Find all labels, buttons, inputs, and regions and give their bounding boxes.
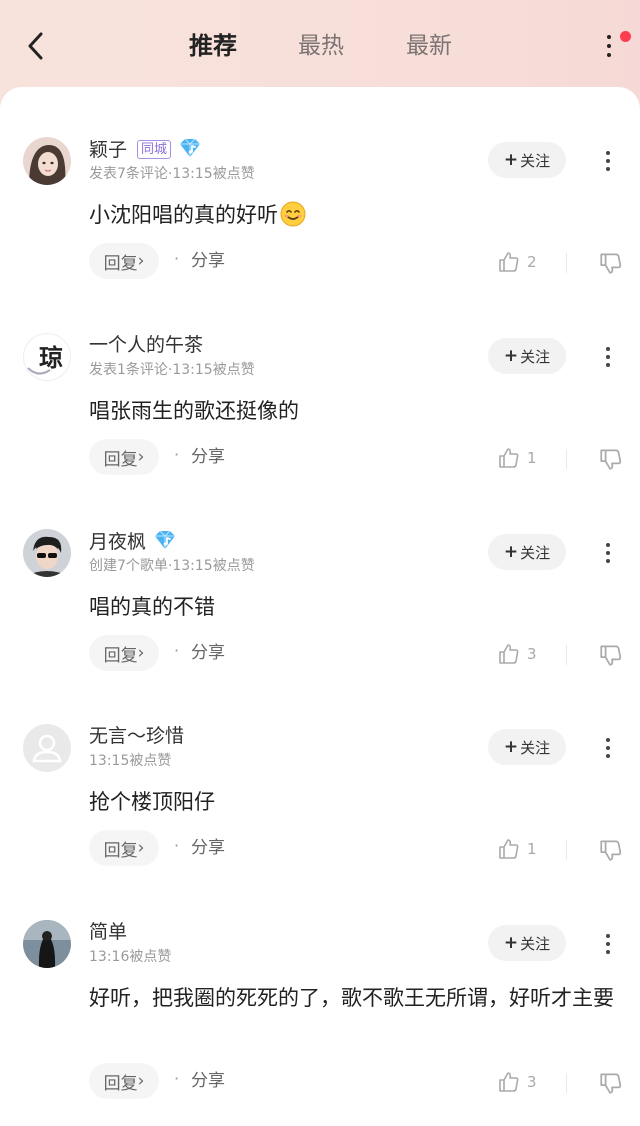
share-button[interactable]: 分享: [191, 250, 225, 272]
avatar-text: 琼: [39, 343, 63, 372]
like-button[interactable]: 1: [497, 445, 537, 471]
chevron-right-icon: ›: [137, 643, 145, 663]
username[interactable]: 无言～珍惜: [89, 724, 184, 748]
avatar[interactable]: [23, 920, 71, 968]
reply-button[interactable]: 回复 ›: [89, 439, 159, 475]
thumbs-up-icon: [499, 448, 519, 468]
share-button[interactable]: 分享: [191, 642, 225, 664]
reply-button[interactable]: 回复 ›: [89, 243, 159, 279]
comment-meta: 13:16被点赞: [89, 949, 172, 965]
comment-text[interactable]: 唱的真的不错: [89, 589, 614, 626]
diamond-vip-icon: [155, 530, 176, 549]
tab-hottest[interactable]: 最热: [298, 26, 344, 66]
tab-newest[interactable]: 最新: [406, 26, 452, 66]
diamond-vip-icon: [180, 138, 201, 157]
comment-meta: 发表7条评论·13:15被点赞: [89, 166, 255, 182]
thumbs-up-icon: [499, 1072, 519, 1092]
tab-bar: 推荐 最热 最新: [0, 26, 640, 66]
like-button[interactable]: 3: [497, 641, 537, 667]
divider: [566, 253, 567, 273]
thumbs-down-icon[interactable]: [598, 837, 624, 863]
chevron-right-icon: ›: [137, 251, 145, 271]
comment-text[interactable]: 唱张雨生的歌还挺像的: [89, 393, 614, 430]
username[interactable]: 简单: [89, 920, 127, 944]
reply-button[interactable]: 回复 ›: [89, 1063, 159, 1099]
chevron-right-icon: ›: [137, 838, 145, 858]
username[interactable]: 一个人的午茶: [89, 333, 203, 357]
follow-button[interactable]: + 关注: [488, 142, 566, 178]
separator-dot: ·: [174, 1069, 180, 1088]
thumbs-up-icon: [499, 839, 519, 859]
follow-button[interactable]: + 关注: [488, 534, 566, 570]
share-button[interactable]: 分享: [191, 837, 225, 859]
same-city-badge: 同城: [137, 140, 172, 159]
separator-dot: ·: [174, 836, 180, 855]
more-options-icon[interactable]: [598, 539, 618, 567]
follow-button[interactable]: + 关注: [488, 338, 566, 374]
top-bar: 推荐 最热 最新: [0, 0, 640, 95]
avatar[interactable]: [23, 724, 71, 772]
comment-text[interactable]: 小沈阳唱的真的好听: [89, 197, 614, 234]
share-button[interactable]: 分享: [191, 1070, 225, 1092]
reply-button[interactable]: 回复 ›: [89, 635, 159, 671]
share-button[interactable]: 分享: [191, 446, 225, 468]
avatar[interactable]: [23, 137, 71, 185]
divider: [566, 1073, 567, 1093]
reply-button[interactable]: 回复 ›: [89, 830, 159, 866]
thumbs-down-icon[interactable]: [598, 446, 624, 472]
more-options-icon[interactable]: [598, 343, 618, 371]
comment-text[interactable]: 抢个楼顶阳仔: [89, 784, 614, 821]
like-button[interactable]: 2: [497, 249, 537, 275]
follow-button[interactable]: + 关注: [488, 729, 566, 765]
comment-list: 颖子 同城 发表7条评论·13:15被点赞 + 关注 小沈阳唱的真的好听 回复 › ·…: [0, 87, 640, 1126]
separator-dot: ·: [174, 445, 180, 464]
like-button[interactable]: 3: [497, 1069, 537, 1095]
chevron-right-icon: ›: [137, 447, 145, 467]
tab-recommended[interactable]: 推荐: [189, 26, 237, 66]
username[interactable]: 颖子 同城: [89, 137, 203, 162]
comment-meta: 13:15被点赞: [89, 753, 172, 769]
chevron-right-icon: ›: [137, 1071, 145, 1091]
more-options-icon[interactable]: [598, 147, 618, 175]
thumbs-down-icon[interactable]: [598, 250, 624, 276]
more-vertical-icon[interactable]: [596, 30, 622, 62]
follow-button[interactable]: + 关注: [488, 925, 566, 961]
like-button[interactable]: 1: [497, 836, 537, 862]
thumbs-down-icon[interactable]: [598, 642, 624, 668]
comment-meta: 发表1条评论·13:15被点赞: [89, 362, 255, 378]
username[interactable]: 月夜枫: [89, 529, 178, 554]
avatar[interactable]: [23, 529, 71, 577]
thumbs-up-icon: [499, 644, 519, 664]
smiling-face-icon: [280, 201, 306, 227]
avatar[interactable]: 琼: [23, 333, 71, 381]
thumbs-up-icon: [499, 252, 519, 272]
thumbs-down-icon[interactable]: [598, 1070, 624, 1096]
separator-dot: ·: [174, 641, 180, 660]
comment-text[interactable]: 好听，把我圈的死死的了，歌不歌王无所谓，好听才主要: [89, 980, 614, 1017]
notification-dot: [620, 31, 631, 42]
divider: [566, 449, 567, 469]
comment-meta: 创建7个歌单·13:15被点赞: [89, 558, 255, 574]
divider: [566, 840, 567, 860]
more-options-icon[interactable]: [598, 734, 618, 762]
divider: [566, 645, 567, 665]
more-options-icon[interactable]: [598, 930, 618, 958]
separator-dot: ·: [174, 249, 180, 268]
